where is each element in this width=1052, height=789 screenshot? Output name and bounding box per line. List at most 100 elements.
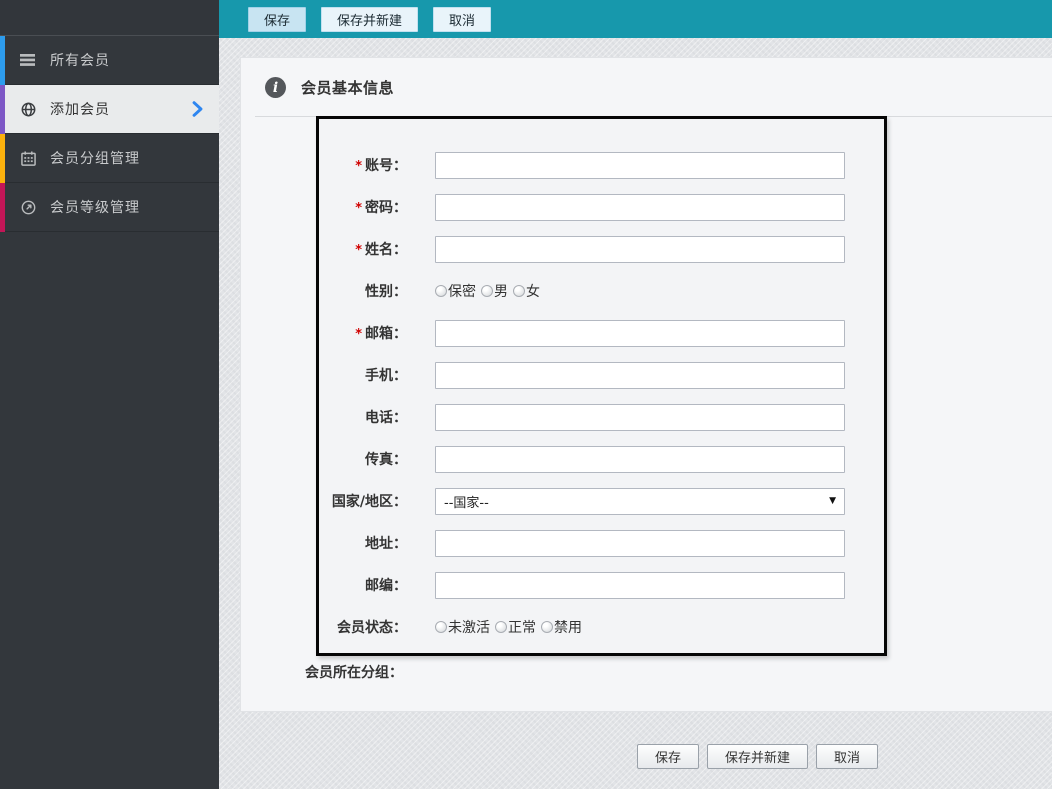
radio-label: 禁用 — [554, 620, 582, 636]
radio-label: 保密 — [448, 284, 476, 300]
save-button[interactable]: 保存 — [248, 6, 307, 32]
topbar: 保存 保存并新建 取消 — [219, 0, 1052, 38]
country-select[interactable]: --国家-- ▼ — [435, 487, 845, 515]
gender-option-male[interactable]: 男 — [481, 281, 508, 301]
field-label-text: 电话： — [365, 410, 407, 426]
form-row-mobile: 手机： — [319, 354, 884, 396]
required-mark: * — [355, 327, 362, 342]
email-input[interactable] — [435, 319, 845, 347]
calendar-icon — [20, 150, 36, 166]
footer-save-and-new-button[interactable]: 保存并新建 — [707, 744, 809, 769]
field-label-text: 国家/地区： — [331, 494, 407, 510]
chevron-down-icon: ▼ — [829, 496, 836, 506]
sidebar-header — [0, 0, 219, 36]
sidebar-item-level-management[interactable]: 会员等级管理 — [0, 183, 219, 232]
field-label-text: 会员状态： — [337, 620, 407, 636]
form-row-gender: 性别： 保密 男 女 — [319, 270, 884, 312]
info-icon: i — [265, 77, 286, 98]
account-input[interactable] — [435, 151, 845, 179]
field-label: 地址： — [319, 533, 435, 553]
field-label: 传真： — [319, 449, 435, 469]
content-area: i 会员基本信息 * 账号： * 密码： * 姓名： 性别： 保密 男 女 * … — [219, 38, 1052, 789]
field-label: * 邮箱： — [319, 323, 435, 343]
gender-option-secret[interactable]: 保密 — [435, 281, 476, 301]
field-label: 会员状态： — [319, 617, 435, 637]
radio-icon — [513, 285, 525, 297]
field-label-text: 地址： — [365, 536, 407, 552]
footer-cancel-button[interactable]: 取消 — [816, 744, 879, 769]
field-label-text: 邮箱： — [365, 326, 407, 342]
radio-icon — [541, 621, 553, 633]
form-row-password: * 密码： — [319, 186, 884, 228]
field-label: * 姓名： — [319, 239, 435, 259]
accent-bar — [0, 36, 5, 85]
save-and-new-button[interactable]: 保存并新建 — [321, 6, 419, 32]
field-label: * 账号： — [319, 155, 435, 175]
member-info-panel: i 会员基本信息 * 账号： * 密码： * 姓名： 性别： 保密 男 女 * … — [240, 57, 1052, 712]
field-label-text: 传真： — [365, 452, 407, 468]
address-input[interactable] — [435, 529, 845, 557]
radio-icon — [495, 621, 507, 633]
radio-label: 正常 — [508, 620, 536, 636]
sidebar-item-group-management[interactable]: 会员分组管理 — [0, 134, 219, 183]
globe-icon — [20, 102, 36, 117]
accent-bar — [0, 134, 5, 183]
mobile-input[interactable] — [435, 361, 845, 389]
panel-header: i 会员基本信息 — [265, 77, 394, 98]
form-row-account: * 账号： — [319, 144, 884, 186]
sidebar-item-label: 所有会员 — [50, 53, 110, 69]
gender-option-female[interactable]: 女 — [513, 281, 540, 301]
radio-icon — [481, 285, 493, 297]
form-row-country: 国家/地区： --国家-- ▼ — [319, 480, 884, 522]
gender-radio-group: 保密 男 女 — [435, 281, 545, 301]
zipcode-input[interactable] — [435, 571, 845, 599]
field-label: 国家/地区： — [319, 491, 435, 511]
member-group-label: 会员所在分组： — [305, 665, 403, 681]
field-label: 手机： — [319, 365, 435, 385]
select-value: --国家-- — [444, 495, 489, 511]
accent-bar — [0, 85, 5, 134]
status-radio-group: 未激活 正常 禁用 — [435, 617, 587, 637]
status-option-inactive[interactable]: 未激活 — [435, 617, 490, 637]
radio-label: 女 — [526, 284, 540, 300]
required-mark: * — [355, 201, 362, 216]
status-option-disabled[interactable]: 禁用 — [541, 617, 582, 637]
accent-bar — [0, 183, 5, 232]
sidebar-item-all-members[interactable]: 所有会员 — [0, 36, 219, 85]
field-label: 电话： — [319, 407, 435, 427]
password-input[interactable] — [435, 193, 845, 221]
list-icon — [20, 53, 36, 67]
form-row-address: 地址： — [319, 522, 884, 564]
gauge-icon — [20, 200, 36, 215]
radio-label: 未激活 — [448, 620, 490, 636]
fax-input[interactable] — [435, 445, 845, 473]
sidebar-item-label: 添加会员 — [50, 102, 110, 118]
form-row-zipcode: 邮编： — [319, 564, 884, 606]
sidebar-item-add-member[interactable]: 添加会员 — [0, 85, 219, 134]
footer-actions: 保存 保存并新建 取消 — [637, 744, 879, 769]
chevron-right-icon — [191, 101, 204, 117]
field-label-text: 性别： — [365, 284, 407, 300]
field-label-text: 邮编： — [365, 578, 407, 594]
footer-save-button[interactable]: 保存 — [637, 744, 700, 769]
field-label-text: 姓名： — [365, 242, 407, 258]
cancel-button[interactable]: 取消 — [433, 6, 492, 32]
required-mark: * — [355, 243, 362, 258]
member-form: * 账号： * 密码： * 姓名： 性别： 保密 男 女 * 邮箱： 手机： 电… — [316, 116, 887, 656]
form-row-email: * 邮箱： — [319, 312, 884, 354]
form-row-phone: 电话： — [319, 396, 884, 438]
radio-label: 男 — [494, 284, 508, 300]
sidebar: 所有会员 添加会员 会员分组管理 会员等级管理 — [0, 0, 219, 789]
field-label: 性别： — [319, 281, 435, 301]
form-row-fax: 传真： — [319, 438, 884, 480]
radio-icon — [435, 621, 447, 633]
field-label: * 密码： — [319, 197, 435, 217]
status-option-normal[interactable]: 正常 — [495, 617, 536, 637]
field-label-text: 手机： — [365, 368, 407, 384]
form-row-name: * 姓名： — [319, 228, 884, 270]
field-label-text: 账号： — [365, 158, 407, 174]
phone-input[interactable] — [435, 403, 845, 431]
sidebar-item-label: 会员分组管理 — [50, 151, 140, 167]
name-input[interactable] — [435, 235, 845, 263]
form-row-status: 会员状态： 未激活 正常 禁用 — [319, 606, 884, 648]
